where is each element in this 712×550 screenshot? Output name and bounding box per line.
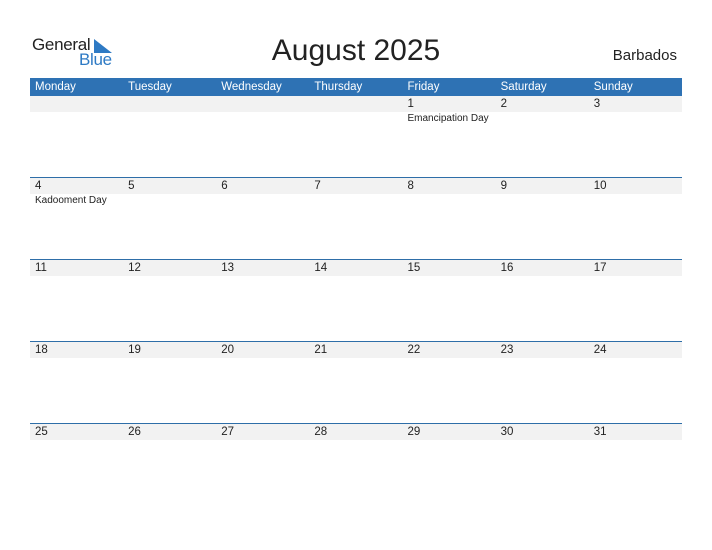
day-number-bar: 4 5 6 7 8 9 10 bbox=[30, 178, 682, 194]
day-number: 10 bbox=[593, 180, 607, 192]
day-number: 20 bbox=[221, 344, 235, 356]
holiday-label bbox=[589, 112, 682, 126]
day-number: 3 bbox=[593, 98, 601, 110]
page-title: August 2025 bbox=[271, 34, 441, 67]
week-row: 18 19 20 21 22 23 24 bbox=[30, 341, 682, 423]
day-number bbox=[309, 96, 402, 112]
day-number: 29 bbox=[407, 426, 421, 438]
day-number bbox=[30, 96, 123, 112]
day-number bbox=[216, 96, 309, 112]
day-number: 30 bbox=[500, 426, 514, 438]
day-number-bar: 25 26 27 28 29 30 31 bbox=[30, 424, 682, 440]
day-number-bar: 11 12 13 14 15 16 17 bbox=[30, 260, 682, 276]
day-number: 23 bbox=[500, 344, 514, 356]
day-number: 11 bbox=[35, 262, 47, 274]
day-number: 27 bbox=[221, 426, 235, 438]
weekday-label: Saturday bbox=[500, 81, 547, 93]
holiday-label: Kadooment Day bbox=[35, 195, 107, 206]
day-number: 16 bbox=[500, 262, 514, 274]
week-row: 11 12 13 14 15 16 17 bbox=[30, 259, 682, 341]
day-number: 12 bbox=[128, 262, 141, 274]
week-row: 25 26 27 28 29 30 31 bbox=[30, 423, 682, 505]
day-number: 17 bbox=[593, 262, 607, 274]
weekday-label: Monday bbox=[35, 81, 76, 93]
day-number: 25 bbox=[35, 426, 48, 438]
day-number: 6 bbox=[221, 180, 228, 192]
holiday-label: Emancipation Day bbox=[407, 113, 489, 124]
day-number: 13 bbox=[221, 262, 235, 274]
weeks-container: 1 2 3 Emancipation Day 4 5 6 7 8 9 10 Kadooment Day… bbox=[30, 96, 682, 505]
holiday-label bbox=[123, 194, 216, 208]
day-number: 18 bbox=[35, 344, 48, 356]
day-number bbox=[123, 96, 216, 112]
event-row: Emancipation Day bbox=[30, 112, 682, 126]
day-number: 24 bbox=[593, 344, 607, 356]
day-number: 7 bbox=[314, 180, 321, 192]
holiday-label bbox=[496, 112, 589, 126]
day-number: 9 bbox=[500, 180, 508, 192]
day-number: 2 bbox=[500, 98, 508, 110]
holiday-label bbox=[403, 194, 496, 208]
holiday-label bbox=[216, 112, 309, 126]
week-row: 1 2 3 Emancipation Day bbox=[30, 96, 682, 177]
holiday-label bbox=[496, 194, 589, 208]
day-number-bar: 1 2 3 bbox=[30, 96, 682, 112]
event-row: Kadooment Day bbox=[30, 194, 682, 208]
day-number: 15 bbox=[407, 262, 421, 274]
weekday-label: Wednesday bbox=[221, 81, 282, 93]
calendar: Monday Tuesday Wednesday Thursday Friday… bbox=[30, 78, 682, 505]
day-number: 1 bbox=[407, 98, 414, 110]
day-number: 5 bbox=[128, 180, 135, 192]
day-number: 19 bbox=[128, 344, 141, 356]
country-label: Barbados bbox=[612, 47, 677, 64]
day-number: 22 bbox=[407, 344, 421, 356]
holiday-label bbox=[30, 112, 123, 126]
holiday-label bbox=[309, 112, 402, 126]
holiday-label bbox=[216, 194, 309, 208]
day-number: 28 bbox=[314, 426, 328, 438]
day-number: 21 bbox=[314, 344, 328, 356]
day-number: 8 bbox=[407, 180, 414, 192]
weekday-label: Sunday bbox=[593, 81, 633, 93]
weekday-label: Thursday bbox=[314, 81, 363, 93]
day-number: 4 bbox=[35, 180, 42, 192]
weekday-label: Tuesday bbox=[128, 81, 172, 93]
holiday-label bbox=[589, 194, 682, 208]
day-number-bar: 18 19 20 21 22 23 24 bbox=[30, 342, 682, 358]
holiday-label bbox=[123, 112, 216, 126]
day-number: 14 bbox=[314, 262, 328, 274]
weekday-header: Monday Tuesday Wednesday Thursday Friday… bbox=[30, 78, 682, 96]
holiday-label bbox=[309, 194, 402, 208]
week-row: 4 5 6 7 8 9 10 Kadooment Day bbox=[30, 177, 682, 259]
weekday-label: Friday bbox=[407, 81, 440, 93]
day-number: 26 bbox=[128, 426, 141, 438]
day-number: 31 bbox=[593, 426, 607, 438]
